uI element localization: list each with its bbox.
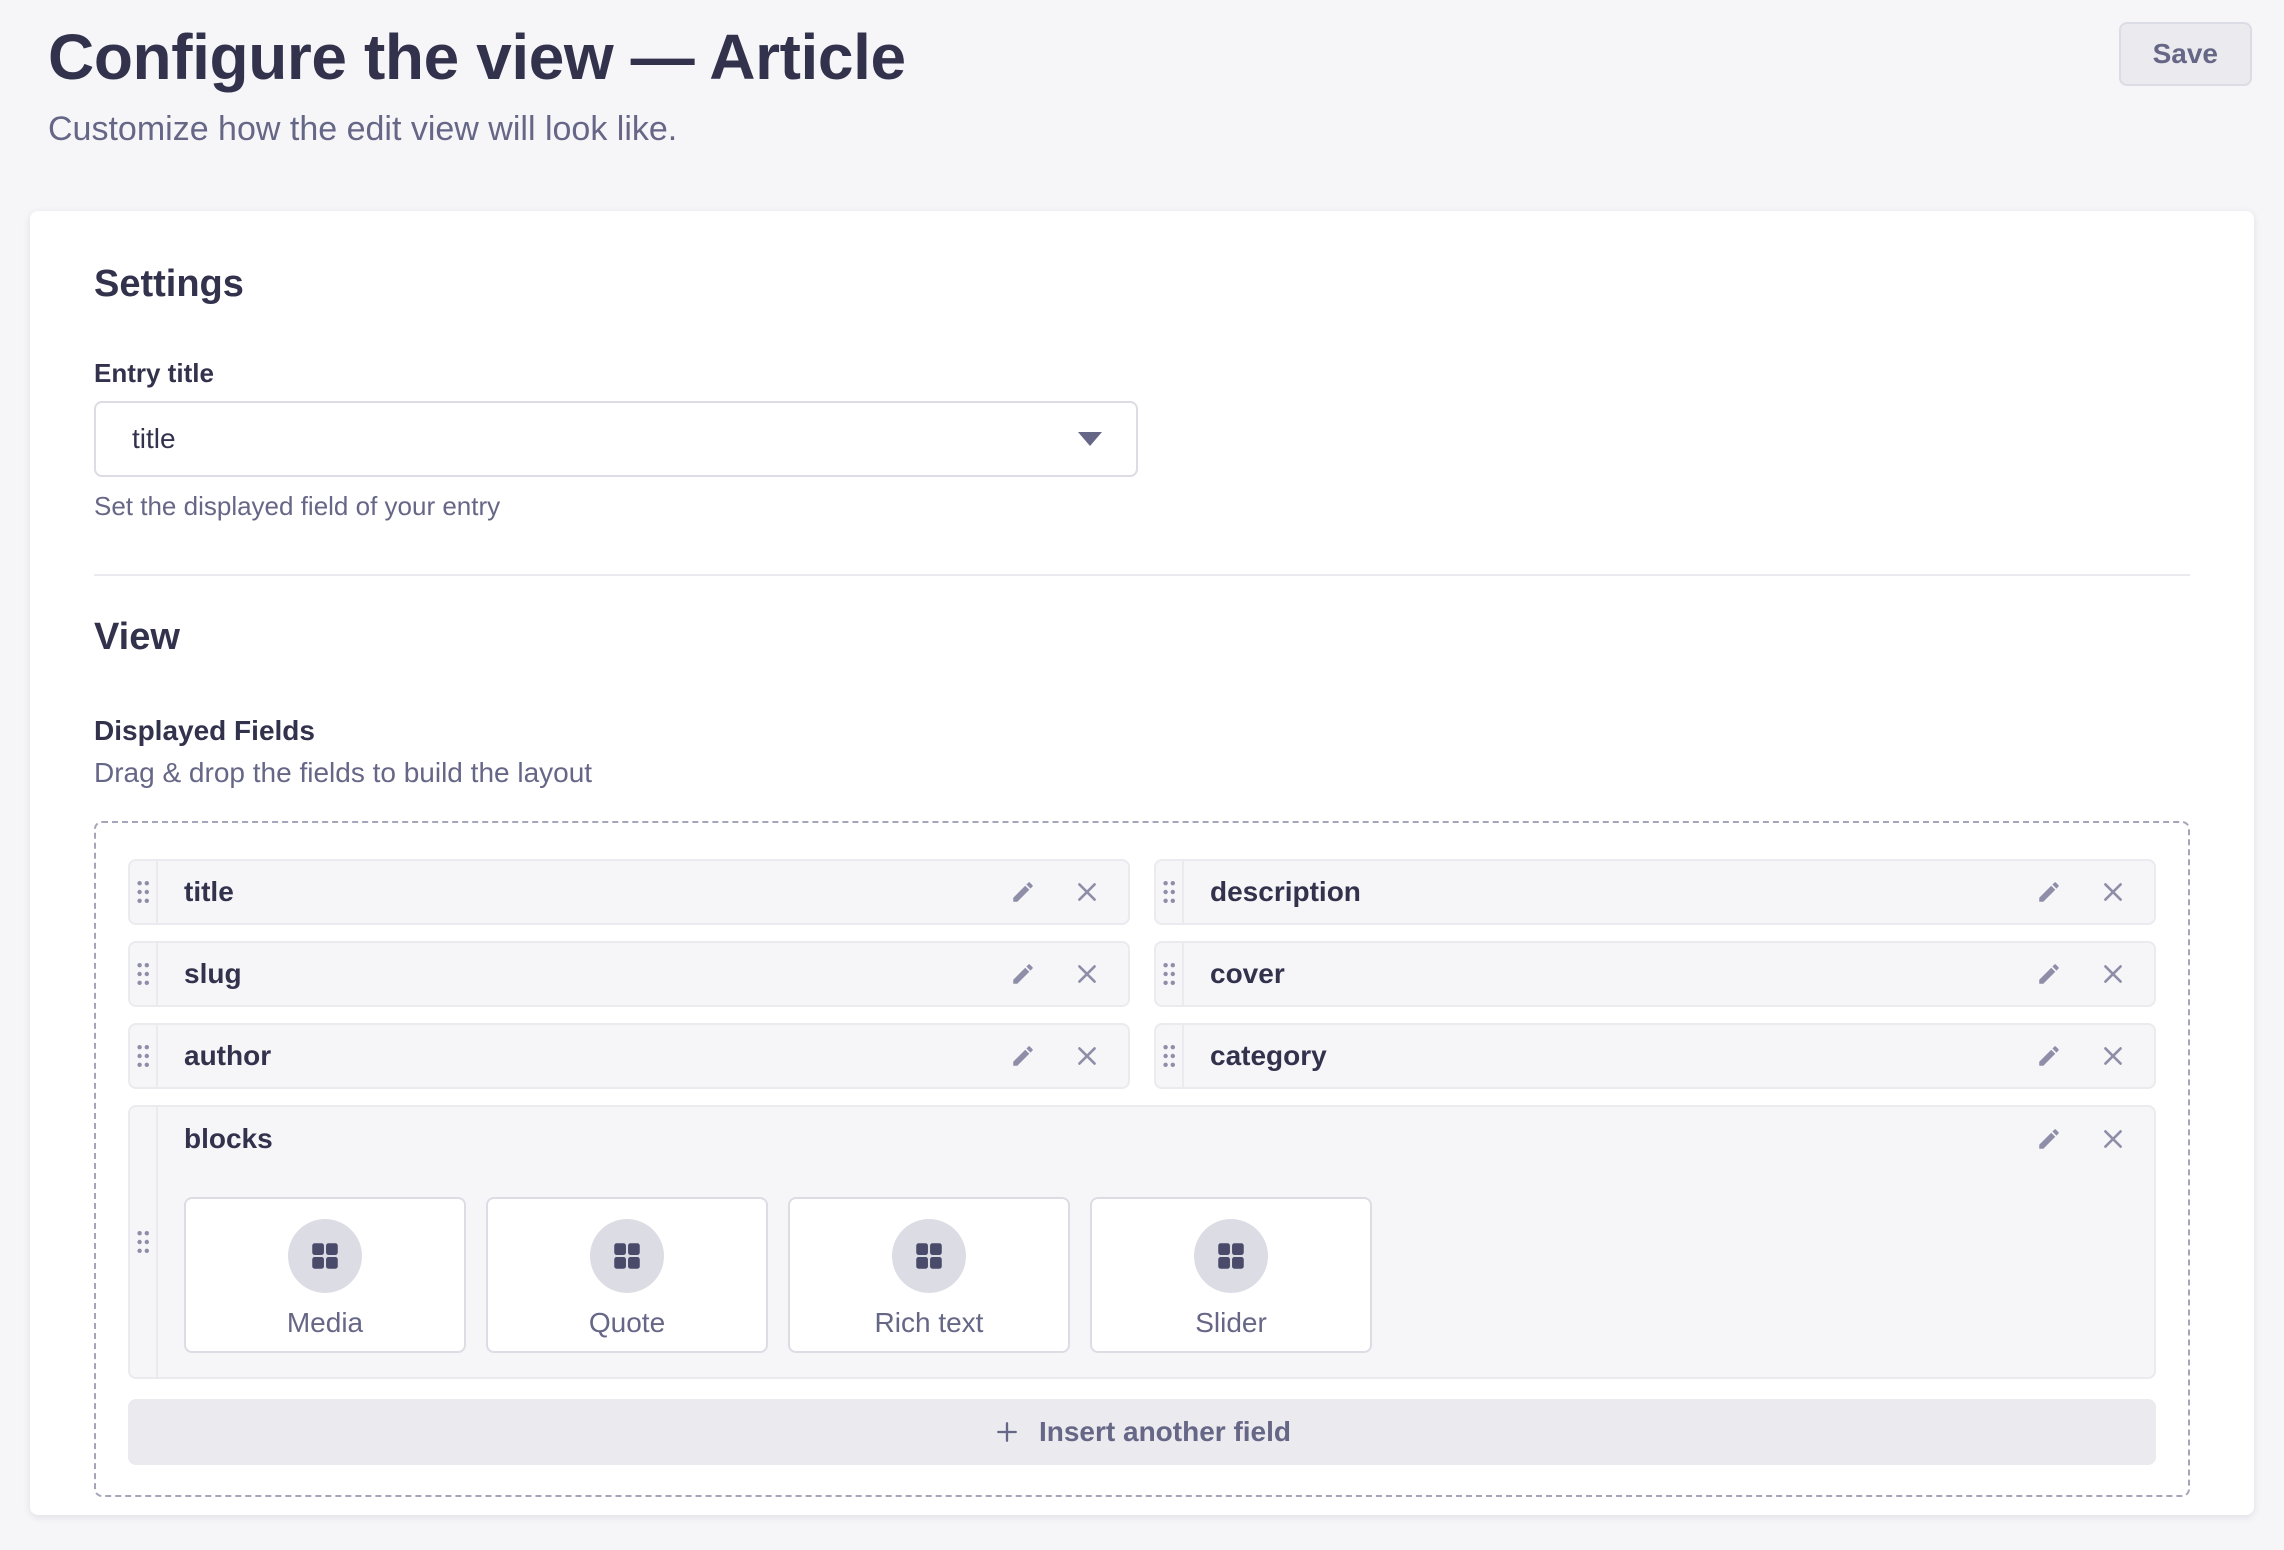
field-label: blocks — [158, 1123, 2036, 1155]
page-title: Configure the view — Article — [48, 20, 906, 94]
remove-field-button[interactable] — [2100, 1043, 2126, 1069]
component-card[interactable]: Media — [184, 1197, 466, 1353]
edit-field-button[interactable] — [2036, 879, 2062, 905]
drag-handle-icon — [136, 962, 150, 986]
component-grid-icon — [307, 1238, 343, 1274]
remove-field-button[interactable] — [2100, 879, 2126, 905]
page-subtitle: Customize how the edit view will look li… — [48, 110, 906, 149]
component-card-label: Quote — [589, 1307, 665, 1339]
entry-title-hint: Set the displayed field of your entry — [94, 491, 2190, 522]
edit-field-button[interactable] — [1010, 961, 1036, 987]
view-heading: View — [94, 616, 2190, 659]
component-icon-circle — [892, 1219, 966, 1293]
drag-handle[interactable] — [130, 1025, 158, 1087]
field-label: slug — [158, 943, 1010, 1005]
field-row: author — [128, 1023, 1130, 1089]
chevron-down-icon — [1078, 432, 1102, 446]
field-row: category — [1154, 1023, 2156, 1089]
edit-pencil-icon — [2036, 961, 2062, 987]
component-card[interactable]: Rich text — [788, 1197, 1070, 1353]
drag-handle-icon — [1162, 1044, 1176, 1068]
component-card-label: Media — [287, 1307, 363, 1339]
edit-field-button[interactable] — [2036, 1043, 2062, 1069]
drag-handle-icon — [1162, 880, 1176, 904]
close-icon — [1074, 879, 1100, 905]
page-header-text: Configure the view — Article Customize h… — [48, 20, 906, 149]
edit-pencil-icon — [1010, 1043, 1036, 1069]
component-card[interactable]: Quote — [486, 1197, 768, 1353]
drag-handle[interactable] — [130, 943, 158, 1005]
drag-handle-icon — [136, 880, 150, 904]
component-field-head: blocks — [158, 1107, 2154, 1171]
page-header: Configure the view — Article Customize h… — [0, 0, 2284, 149]
drag-handle[interactable] — [1156, 1025, 1184, 1087]
component-cards: Media Quote Rich text — [158, 1171, 2154, 1377]
component-field-body: blocks Media — [158, 1107, 2154, 1377]
remove-field-button[interactable] — [1074, 1043, 1100, 1069]
drag-handle[interactable] — [1156, 943, 1184, 1005]
drag-handle[interactable] — [130, 1107, 158, 1377]
close-icon — [2100, 1126, 2126, 1152]
edit-field-button[interactable] — [1010, 879, 1036, 905]
entry-title-select-value: title — [132, 423, 176, 455]
field-row: description — [1154, 859, 2156, 925]
edit-pencil-icon — [2036, 1126, 2062, 1152]
drag-handle-icon — [136, 1044, 150, 1068]
field-label: author — [158, 1025, 1010, 1087]
edit-pencil-icon — [2036, 879, 2062, 905]
field-row: slug — [128, 941, 1130, 1007]
drag-handle[interactable] — [130, 861, 158, 923]
remove-field-button[interactable] — [2100, 1126, 2126, 1152]
component-card-label: Slider — [1195, 1307, 1267, 1339]
close-icon — [2100, 961, 2126, 987]
settings-heading: Settings — [94, 263, 2190, 306]
component-icon-circle — [1194, 1219, 1268, 1293]
displayed-fields-hint: Drag & drop the fields to build the layo… — [94, 757, 2190, 789]
component-grid-icon — [911, 1238, 947, 1274]
drag-handle[interactable] — [1156, 861, 1184, 923]
drag-handle-icon — [136, 1230, 150, 1254]
close-icon — [1074, 961, 1100, 987]
displayed-fields-label: Displayed Fields — [94, 715, 2190, 747]
field-label: title — [158, 861, 1010, 923]
close-icon — [2100, 879, 2126, 905]
save-button[interactable]: Save — [2119, 22, 2252, 86]
edit-pencil-icon — [2036, 1043, 2062, 1069]
close-icon — [1074, 1043, 1100, 1069]
field-row: title — [128, 859, 1130, 925]
insert-another-field-label: Insert another field — [1039, 1416, 1291, 1448]
close-icon — [2100, 1043, 2126, 1069]
component-icon-circle — [288, 1219, 362, 1293]
edit-pencil-icon — [1010, 879, 1036, 905]
remove-field-button[interactable] — [1074, 879, 1100, 905]
field-label: category — [1184, 1025, 2036, 1087]
fields-grid: title description slug — [128, 859, 2156, 1089]
entry-title-select[interactable]: title — [94, 401, 1138, 477]
component-grid-icon — [1213, 1238, 1249, 1274]
edit-field-button[interactable] — [2036, 1126, 2062, 1152]
remove-field-button[interactable] — [2100, 961, 2126, 987]
component-card[interactable]: Slider — [1090, 1197, 1372, 1353]
field-label: cover — [1184, 943, 2036, 1005]
field-row: cover — [1154, 941, 2156, 1007]
insert-another-field-button[interactable]: Insert another field — [128, 1399, 2156, 1465]
layout-drop-zone: title description slug — [94, 821, 2190, 1497]
drag-handle-icon — [1162, 962, 1176, 986]
edit-field-button[interactable] — [2036, 961, 2062, 987]
edit-field-button[interactable] — [1010, 1043, 1036, 1069]
component-grid-icon — [609, 1238, 645, 1274]
plus-icon — [993, 1418, 1021, 1446]
remove-field-button[interactable] — [1074, 961, 1100, 987]
component-card-label: Rich text — [875, 1307, 984, 1339]
entry-title-label: Entry title — [94, 358, 2190, 389]
edit-pencil-icon — [1010, 961, 1036, 987]
component-field-row: blocks Media — [128, 1105, 2156, 1379]
content-card: Settings Entry title title Set the displ… — [30, 211, 2254, 1515]
component-icon-circle — [590, 1219, 664, 1293]
field-label: description — [1184, 861, 2036, 923]
section-divider — [94, 574, 2190, 576]
